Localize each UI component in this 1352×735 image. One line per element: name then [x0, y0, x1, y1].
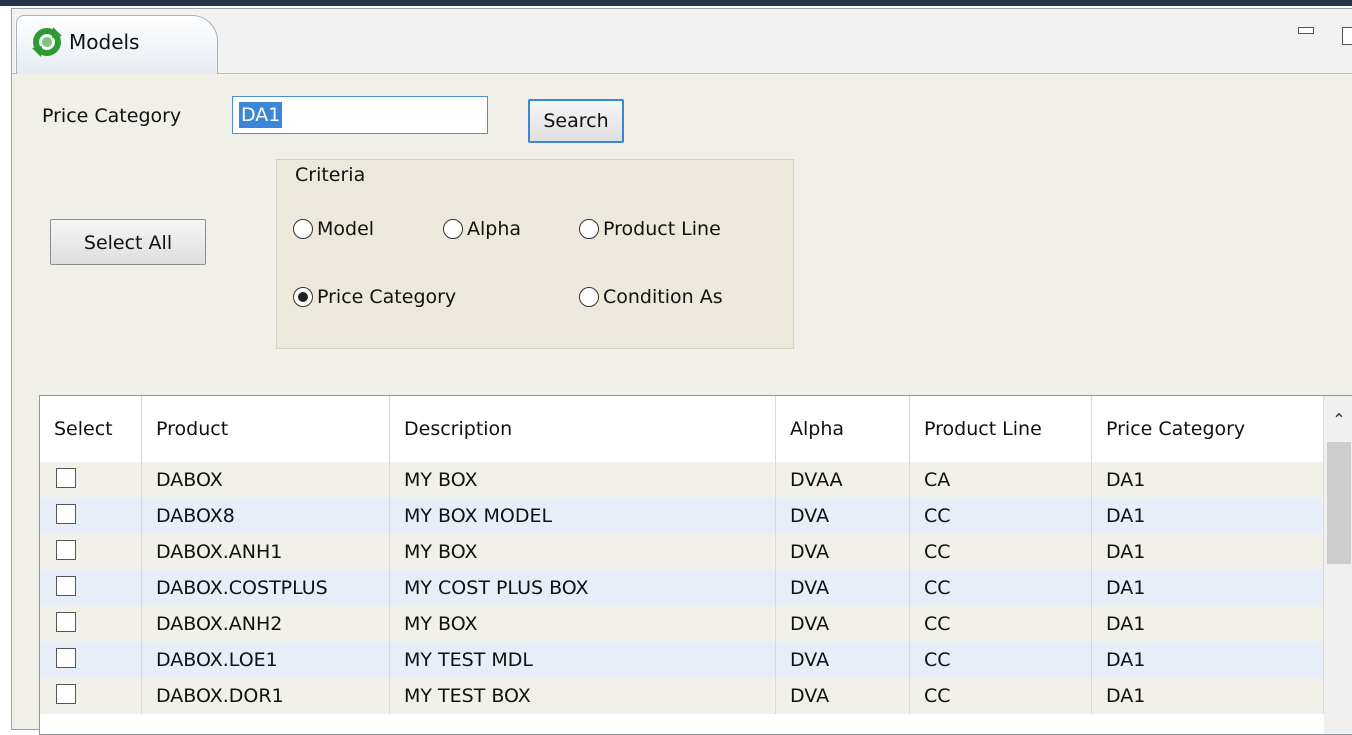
- radio-price-category-label: Price Category: [317, 286, 457, 308]
- select-cell: [40, 534, 142, 570]
- window-top-bar: [0, 0, 1352, 6]
- tab-label: Models: [69, 30, 140, 54]
- radio-button-icon: [443, 219, 463, 239]
- scroll-thumb[interactable]: [1327, 442, 1351, 564]
- product-line-cell: CC: [910, 570, 1092, 606]
- price-category-label: Price Category: [42, 105, 182, 127]
- alpha-cell: DVA: [776, 606, 910, 642]
- description-cell: MY COST PLUS BOX: [390, 570, 776, 606]
- minimize-icon[interactable]: [1298, 27, 1314, 34]
- column-header-description[interactable]: Description: [390, 396, 776, 462]
- criteria-legend: Criteria: [291, 164, 370, 186]
- product-line-cell: CC: [910, 498, 1092, 534]
- radio-model[interactable]: Model: [293, 218, 374, 240]
- row-checkbox[interactable]: [56, 468, 76, 488]
- table-row[interactable]: DABOX.DOR1 MY TEST BOX DVA CC DA1: [40, 678, 1324, 714]
- radio-button-icon: [579, 287, 599, 307]
- maximize-icon[interactable]: [1342, 27, 1352, 45]
- alpha-cell: DVA: [776, 570, 910, 606]
- refresh-icon: [32, 27, 62, 57]
- radio-product-line-label: Product Line: [603, 218, 721, 240]
- product-line-cell: CC: [910, 534, 1092, 570]
- left-edge: [0, 6, 11, 721]
- description-cell: MY TEST BOX: [390, 678, 776, 714]
- price-category-cell: DA1: [1092, 642, 1324, 678]
- select-cell: [40, 498, 142, 534]
- column-header-product-line[interactable]: Product Line: [910, 396, 1092, 462]
- radio-condition-as[interactable]: Condition As: [579, 286, 723, 308]
- row-checkbox[interactable]: [56, 648, 76, 668]
- product-line-cell: CA: [910, 462, 1092, 498]
- tab-strip: Models: [12, 9, 1352, 74]
- price-category-cell: DA1: [1092, 534, 1324, 570]
- radio-price-category[interactable]: Price Category: [293, 286, 456, 308]
- price-category-cell: DA1: [1092, 462, 1324, 498]
- product-cell: DABOX.ANH1: [142, 534, 390, 570]
- column-header-product[interactable]: Product: [142, 396, 390, 462]
- vertical-scrollbar[interactable]: ⌃: [1324, 396, 1352, 734]
- row-checkbox[interactable]: [56, 612, 76, 632]
- product-line-cell: CC: [910, 642, 1092, 678]
- table-row[interactable]: DABOX.ANH1 MY BOX DVA CC DA1: [40, 534, 1324, 570]
- models-view-panel: Models Price Category DA1 Search Select …: [11, 8, 1352, 735]
- radio-product-line[interactable]: Product Line: [579, 218, 721, 240]
- row-checkbox[interactable]: [56, 576, 76, 596]
- product-cell: DABOX8: [142, 498, 390, 534]
- description-cell: MY BOX: [390, 462, 776, 498]
- product-line-cell: CC: [910, 606, 1092, 642]
- row-checkbox[interactable]: [56, 540, 76, 560]
- alpha-cell: DVA: [776, 642, 910, 678]
- price-category-cell: DA1: [1092, 678, 1324, 714]
- table-row[interactable]: DABOX MY BOX DVAA CA DA1: [40, 462, 1324, 498]
- description-cell: MY TEST MDL: [390, 642, 776, 678]
- radio-button-icon: [293, 219, 313, 239]
- price-category-cell: DA1: [1092, 606, 1324, 642]
- product-cell: DABOX.DOR1: [142, 678, 390, 714]
- price-category-cell: DA1: [1092, 498, 1324, 534]
- radio-alpha-label: Alpha: [467, 218, 522, 240]
- product-cell: DABOX: [142, 462, 390, 498]
- select-cell: [40, 606, 142, 642]
- column-header-select[interactable]: Select: [40, 396, 142, 462]
- row-checkbox[interactable]: [56, 504, 76, 524]
- alpha-cell: DVA: [776, 534, 910, 570]
- price-category-value: DA1: [239, 102, 283, 128]
- table-row[interactable]: DABOX.COSTPLUS MY COST PLUS BOX DVA CC D…: [40, 570, 1324, 606]
- table-row[interactable]: DABOX.LOE1 MY TEST MDL DVA CC DA1: [40, 642, 1324, 678]
- row-checkbox[interactable]: [56, 684, 76, 704]
- description-cell: MY BOX: [390, 534, 776, 570]
- price-category-cell: DA1: [1092, 570, 1324, 606]
- alpha-cell: DVA: [776, 678, 910, 714]
- criteria-group: Criteria Model Alpha Product Line Price …: [276, 159, 794, 349]
- select-cell: [40, 462, 142, 498]
- table-row[interactable]: DABOX.ANH2 MY BOX DVA CC DA1: [40, 606, 1324, 642]
- product-line-cell: CC: [910, 678, 1092, 714]
- product-cell: DABOX.ANH2: [142, 606, 390, 642]
- select-cell: [40, 642, 142, 678]
- models-table: Select Product Description Alpha Product…: [39, 395, 1352, 735]
- description-cell: MY BOX: [390, 606, 776, 642]
- select-cell: [40, 570, 142, 606]
- radio-button-icon: [579, 219, 599, 239]
- scroll-up-icon[interactable]: ⌃: [1324, 410, 1352, 434]
- tab-models[interactable]: Models: [16, 15, 218, 74]
- search-button[interactable]: Search: [528, 99, 624, 143]
- table-row[interactable]: DABOX8 MY BOX MODEL DVA CC DA1: [40, 498, 1324, 534]
- radio-button-checked-icon: [293, 287, 313, 307]
- product-cell: DABOX.LOE1: [142, 642, 390, 678]
- radio-model-label: Model: [317, 218, 375, 240]
- column-header-price-category[interactable]: Price Category: [1092, 396, 1324, 462]
- radio-alpha[interactable]: Alpha: [443, 218, 521, 240]
- alpha-cell: DVAA: [776, 462, 910, 498]
- column-header-alpha[interactable]: Alpha: [776, 396, 910, 462]
- price-category-input[interactable]: DA1: [232, 96, 488, 134]
- radio-condition-as-label: Condition As: [603, 286, 723, 308]
- select-cell: [40, 678, 142, 714]
- alpha-cell: DVA: [776, 498, 910, 534]
- product-cell: DABOX.COSTPLUS: [142, 570, 390, 606]
- select-all-button[interactable]: Select All: [50, 219, 206, 265]
- description-cell: MY BOX MODEL: [390, 498, 776, 534]
